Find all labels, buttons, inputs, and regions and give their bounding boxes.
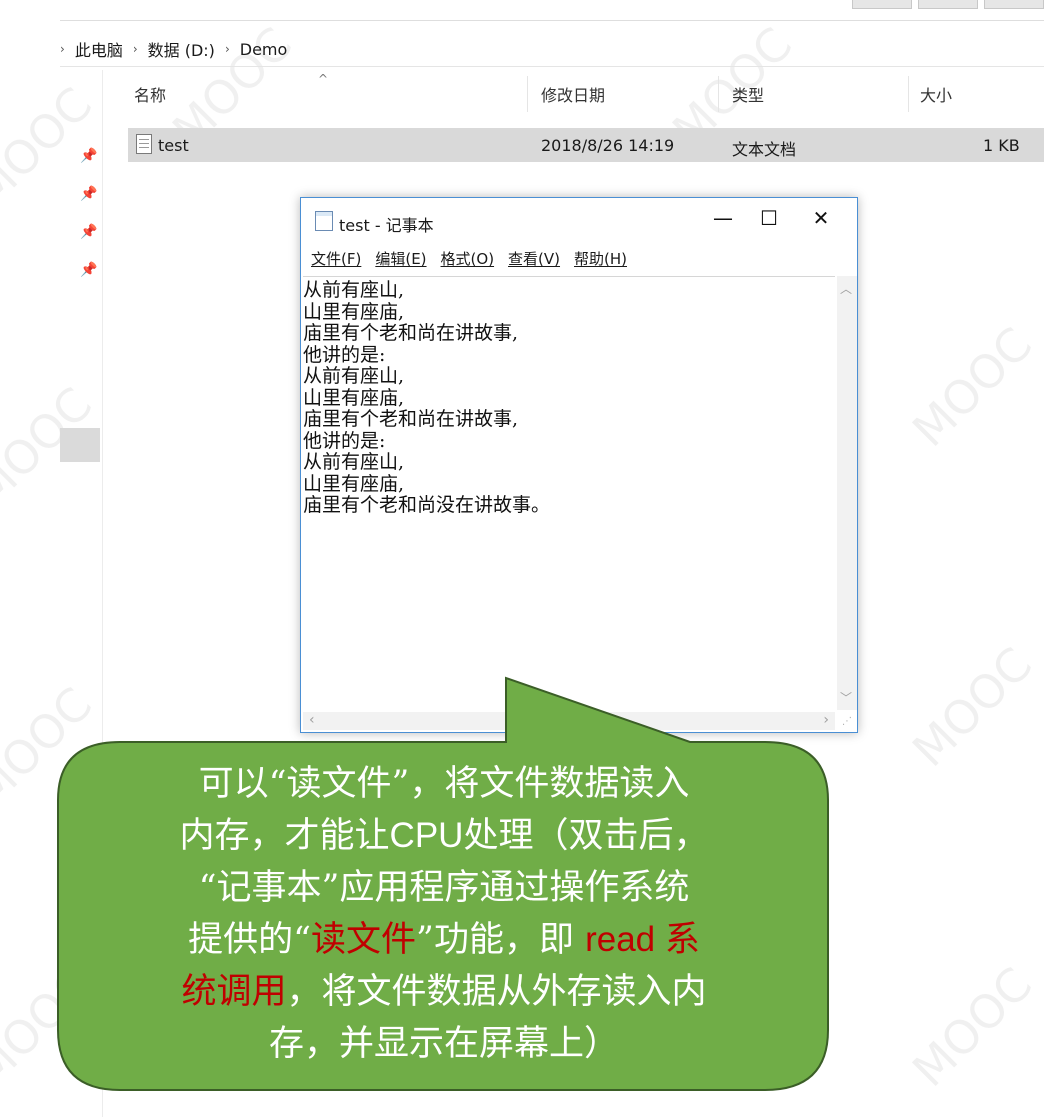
highlight-read-file: 读文件 <box>311 920 417 960</box>
highlight-syscall: 统调用 <box>181 972 287 1012</box>
highlight-read-syscall: read 系 <box>585 920 700 959</box>
callout-line: “记事本”应用程序通过操作系统 <box>198 868 690 908</box>
callout-line: 提供的“读文件”功能，即 read 系 <box>188 920 700 960</box>
callout-text: 可以“读文件”，将文件数据读入 内存，才能让CPU处理（双击后， “记事本”应用… <box>64 758 824 1070</box>
callout-line: 内存，才能让CPU处理（双击后， <box>179 816 709 856</box>
callout-line: 可以“读文件”，将文件数据读入 <box>198 764 690 804</box>
callout-line: 统调用，将文件数据从外存读入内 <box>181 972 707 1012</box>
callout-line: 存，并显示在屏幕上） <box>268 1024 619 1064</box>
